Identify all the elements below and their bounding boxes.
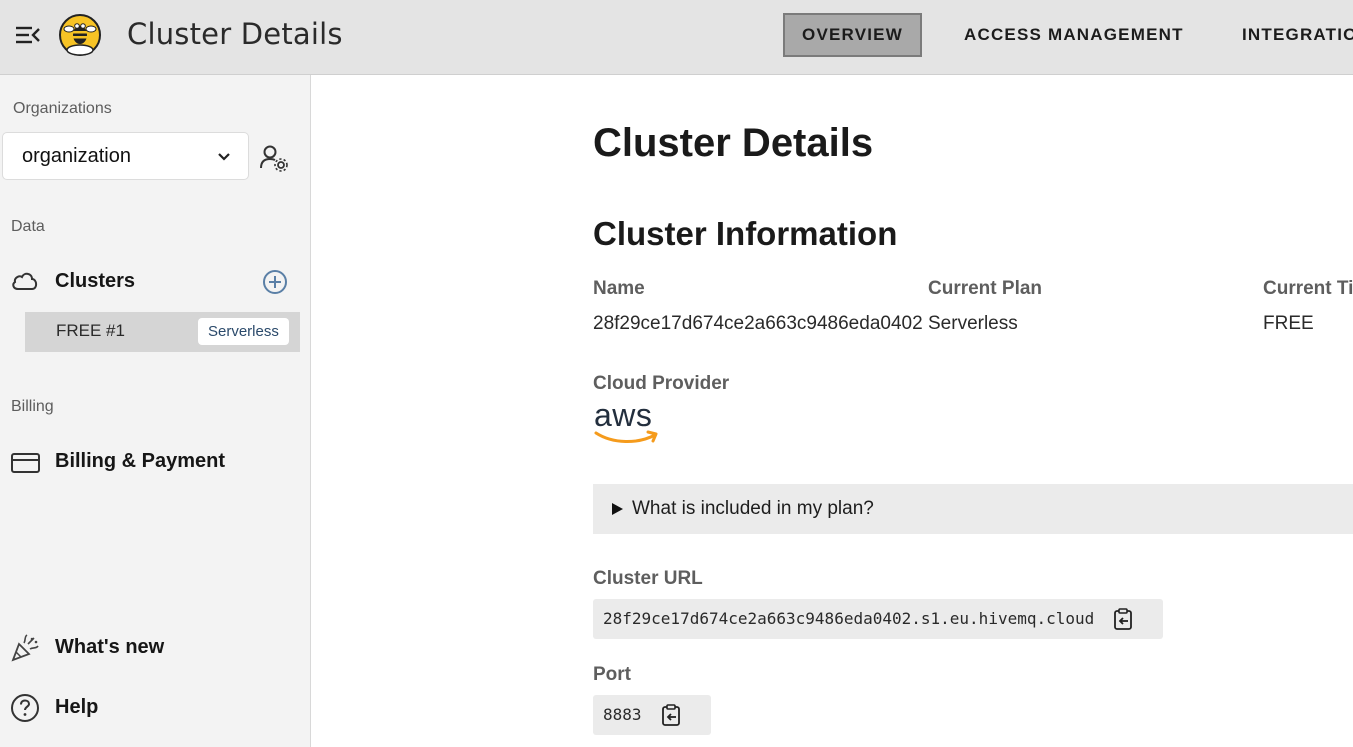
svg-text:aws: aws: [594, 397, 652, 433]
sidebar-item-billing[interactable]: Billing & Payment: [10, 445, 250, 479]
sidebar-item-help[interactable]: Help: [10, 691, 210, 725]
copy-clipboard-icon[interactable]: [1112, 607, 1136, 631]
page-title: Cluster Details: [593, 121, 874, 165]
cluster-list-item[interactable]: FREE #1 Serverless: [25, 312, 300, 352]
tab-access-management[interactable]: ACCESS MANAGEMENT: [944, 13, 1204, 57]
port-value[interactable]: 8883: [603, 705, 642, 724]
name-label: Name: [593, 278, 645, 299]
port-box: 8883: [593, 695, 711, 735]
cluster-name: FREE #1: [56, 321, 125, 340]
hivemq-bee-logo[interactable]: [58, 13, 102, 57]
port-label: Port: [593, 664, 631, 685]
copy-clipboard-icon[interactable]: [660, 703, 684, 727]
party-popper-icon: [10, 633, 40, 663]
sidebar-item-label: Clusters: [55, 270, 136, 292]
main-content: Cluster Details Cluster Information Name…: [311, 75, 1353, 747]
collapse-menu-icon[interactable]: [12, 22, 42, 48]
tab-overview[interactable]: OVERVIEW: [783, 13, 922, 57]
tab-integrations[interactable]: INTEGRATIO: [1222, 13, 1353, 57]
current-plan-label: Current Plan: [928, 278, 1043, 299]
top-app-bar: Cluster Details OVERVIEW ACCESS MANAGEME…: [0, 0, 1353, 75]
billing-heading: Billing: [11, 398, 54, 415]
sidebar-item-clusters[interactable]: Clusters: [10, 265, 250, 299]
sidebar-item-label: What's new: [55, 636, 165, 658]
sidebar-item-label: Help: [55, 696, 99, 718]
chevron-down-icon: [216, 149, 232, 165]
sidebar: Organizations organization Data Clusters: [0, 75, 311, 747]
help-icon: [10, 693, 40, 723]
accordion-summary: What is included in my plan?: [632, 498, 874, 519]
sidebar-item-label: Billing & Payment: [55, 450, 226, 472]
current-tier-label: Current Ti: [1263, 278, 1353, 299]
cluster-url-label: Cluster URL: [593, 568, 703, 589]
manage-users-icon[interactable]: [259, 143, 289, 173]
app-title: Cluster Details: [127, 17, 343, 51]
credit-card-icon: [10, 447, 40, 477]
add-cluster-icon[interactable]: [262, 269, 288, 295]
expand-triangle-icon: [612, 503, 623, 515]
name-value: 28f29ce17d674ce2a663c9486eda0402: [593, 313, 923, 334]
organization-select-value: organization: [22, 145, 131, 167]
current-tier-value: FREE: [1263, 313, 1314, 334]
organization-select[interactable]: organization: [2, 132, 249, 180]
current-plan-value: Serverless: [928, 313, 1018, 334]
cluster-url-box: 28f29ce17d674ce2a663c9486eda0402.s1.eu.h…: [593, 599, 1163, 639]
cluster-url-value[interactable]: 28f29ce17d674ce2a663c9486eda0402.s1.eu.h…: [603, 609, 1094, 628]
sidebar-item-whats-new[interactable]: What's new: [10, 631, 210, 665]
organizations-heading: Organizations: [13, 100, 112, 117]
cluster-type-badge: Serverless: [198, 318, 289, 345]
plan-details-accordion[interactable]: What is included in my plan?: [593, 484, 1353, 534]
section-title: Cluster Information: [593, 215, 898, 252]
aws-logo: aws: [593, 396, 663, 446]
cloud-icon: [10, 267, 40, 297]
cloud-provider-label: Cloud Provider: [593, 373, 730, 394]
data-heading: Data: [11, 218, 45, 235]
